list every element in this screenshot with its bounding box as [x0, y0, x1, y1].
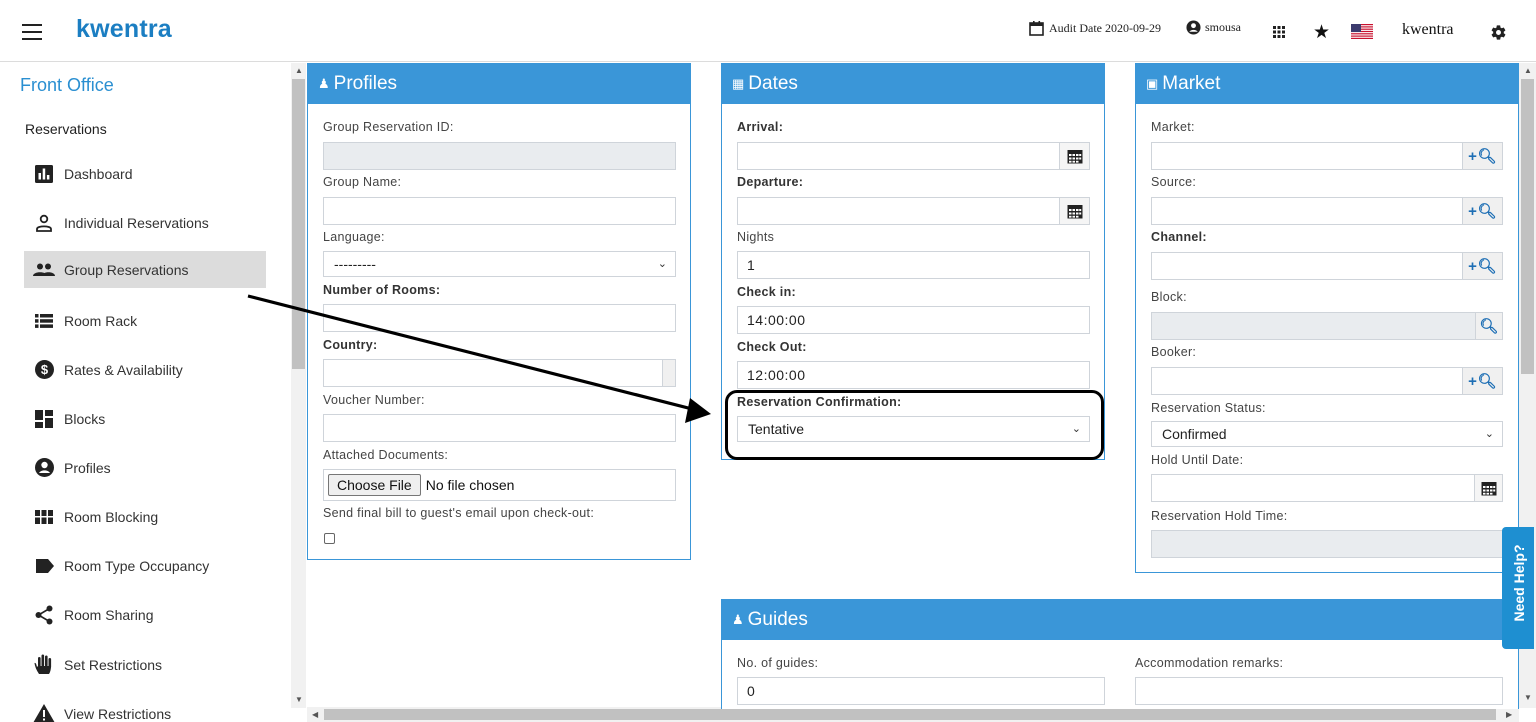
annotation-arrow	[247, 294, 711, 423]
need-help-label: Need Help?	[1511, 544, 1527, 622]
need-help-button[interactable]: Need Help?	[1502, 527, 1534, 649]
